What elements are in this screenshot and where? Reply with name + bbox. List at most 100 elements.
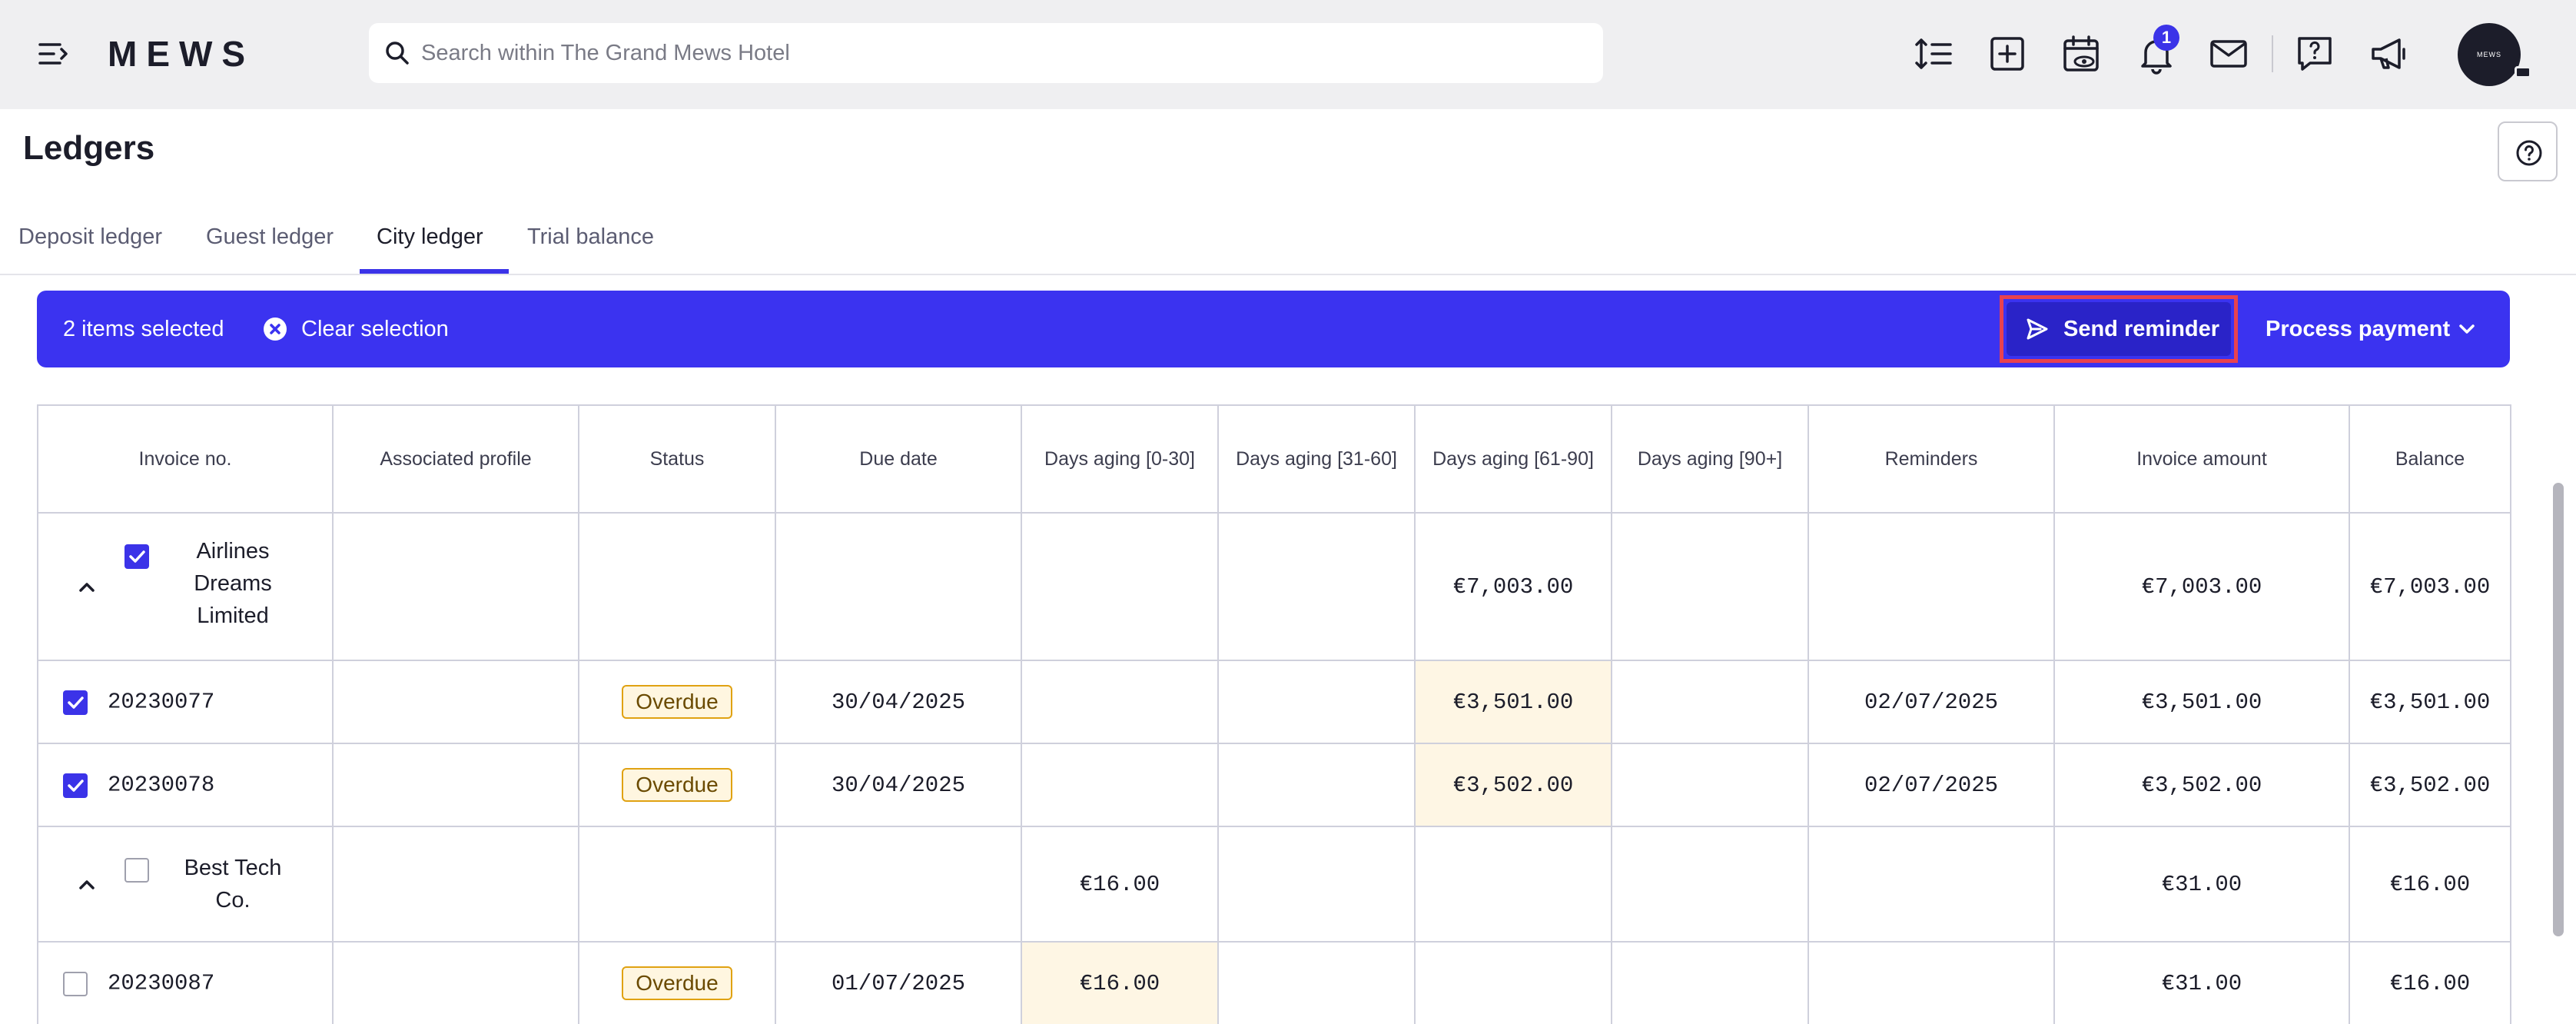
send-icon bbox=[2027, 318, 2048, 340]
invoice-amount-cell: €3,501.00 bbox=[2053, 660, 2350, 744]
table-header-row: Invoice no. Associated profile Status Du… bbox=[37, 404, 2511, 514]
active-tab-indicator bbox=[360, 269, 509, 274]
calendar-view-icon[interactable] bbox=[2060, 32, 2103, 75]
clear-circle-icon bbox=[264, 318, 287, 341]
invoice-amount-cell: €3,502.00 bbox=[2053, 743, 2350, 827]
checkmark-icon bbox=[68, 697, 84, 709]
aging-90-plus-cell bbox=[1611, 941, 1809, 1024]
notification-badge: 1 bbox=[2153, 25, 2179, 51]
aging-31-60-cell bbox=[1217, 826, 1416, 943]
invoice-amount-cell: €7,003.00 bbox=[2053, 512, 2350, 661]
column-header-balance[interactable]: Balance bbox=[2349, 404, 2511, 514]
chevron-up-icon[interactable] bbox=[75, 873, 98, 896]
row-checkbox[interactable] bbox=[63, 690, 88, 715]
page-scrollbar[interactable] bbox=[2553, 483, 2564, 936]
avatar-status-indicator bbox=[2515, 66, 2531, 78]
column-header-status[interactable]: Status bbox=[578, 404, 776, 514]
group-checkbox[interactable] bbox=[124, 858, 149, 883]
aging-61-90-cell bbox=[1414, 826, 1612, 943]
page-title: Ledgers bbox=[23, 129, 155, 167]
line-height-icon[interactable] bbox=[1912, 32, 1955, 75]
help-button[interactable] bbox=[2498, 121, 2558, 181]
group-name: Airlines Dreams Limited bbox=[194, 539, 272, 628]
top-bar: MEWS 1 MEWS bbox=[0, 0, 2576, 109]
column-header-aging-0-30[interactable]: Days aging [0-30] bbox=[1021, 404, 1219, 514]
balance-cell: €7,003.00 bbox=[2349, 512, 2511, 661]
group-name: Best Tech Co. bbox=[184, 856, 282, 913]
clear-selection-button[interactable]: Clear selection bbox=[263, 314, 449, 344]
user-avatar[interactable]: MEWS bbox=[2458, 23, 2521, 86]
group-checkbox[interactable] bbox=[124, 544, 149, 569]
mail-icon[interactable] bbox=[2207, 32, 2250, 75]
status-badge: Overdue bbox=[622, 768, 732, 802]
selection-action-bar: 2 items selected Clear selection Send re… bbox=[37, 291, 2510, 367]
invoice-number[interactable]: 20230077 bbox=[108, 690, 214, 715]
due-date-cell: 30/04/2025 bbox=[775, 660, 1022, 744]
aging-90-plus-cell bbox=[1611, 660, 1809, 744]
aging-90-plus-cell bbox=[1611, 826, 1809, 943]
column-header-associated-profile[interactable]: Associated profile bbox=[332, 404, 579, 514]
invoice-amount-cell: €31.00 bbox=[2053, 941, 2350, 1024]
row-checkbox[interactable] bbox=[63, 773, 88, 798]
due-date-cell bbox=[775, 826, 1022, 943]
tab-deposit-ledger[interactable]: Deposit ledger bbox=[18, 224, 162, 250]
invoice-number[interactable]: 20230078 bbox=[108, 773, 214, 798]
column-header-aging-90-plus[interactable]: Days aging [90+] bbox=[1611, 404, 1809, 514]
reminders-cell bbox=[1808, 512, 2055, 661]
megaphone-icon[interactable] bbox=[2367, 32, 2410, 75]
aging-0-30-cell bbox=[1021, 512, 1219, 661]
search-bar[interactable] bbox=[369, 23, 1603, 83]
associated-profile-cell bbox=[332, 941, 579, 1024]
status-badge: Overdue bbox=[622, 685, 732, 719]
tab-trial-balance[interactable]: Trial balance bbox=[527, 224, 654, 250]
clear-selection-label: Clear selection bbox=[301, 316, 449, 341]
table-row[interactable]: 20230078 Overdue 30/04/2025 €3,502.00 02… bbox=[37, 743, 2511, 827]
city-ledger-table: Invoice no. Associated profile Status Du… bbox=[37, 404, 2511, 1024]
search-input[interactable] bbox=[421, 23, 1574, 83]
status-cell: Overdue bbox=[578, 743, 776, 827]
tab-guest-ledger[interactable]: Guest ledger bbox=[206, 224, 334, 250]
column-header-aging-61-90[interactable]: Days aging [61-90] bbox=[1414, 404, 1612, 514]
process-payment-button[interactable]: Process payment bbox=[2266, 317, 2450, 342]
table-row[interactable]: 20230087 Overdue 01/07/2025 €16.00 €31.0… bbox=[37, 941, 2511, 1024]
checkmark-icon bbox=[68, 780, 84, 792]
column-header-invoice-no[interactable]: Invoice no. bbox=[37, 404, 334, 514]
aging-0-30-cell: €16.00 bbox=[1021, 941, 1219, 1024]
group-name-cell: Airlines Dreams Limited bbox=[37, 512, 334, 661]
chevron-up-icon[interactable] bbox=[75, 576, 98, 599]
aging-90-plus-cell bbox=[1611, 743, 1809, 827]
associated-profile-cell bbox=[332, 826, 579, 943]
column-header-reminders[interactable]: Reminders bbox=[1808, 404, 2055, 514]
table-row[interactable]: 20230077 Overdue 30/04/2025 €3,501.00 02… bbox=[37, 660, 2511, 744]
send-reminder-button[interactable]: Send reminder bbox=[2007, 302, 2231, 356]
send-reminder-highlight[interactable]: Send reminder bbox=[2000, 295, 2238, 363]
checkmark-icon bbox=[129, 550, 145, 563]
aging-31-60-cell bbox=[1217, 743, 1416, 827]
status-badge: Overdue bbox=[622, 966, 732, 1000]
balance-cell: €16.00 bbox=[2349, 826, 2511, 943]
add-icon[interactable] bbox=[1986, 32, 2029, 75]
aging-61-90-cell bbox=[1414, 941, 1612, 1024]
help-chat-icon[interactable] bbox=[2293, 32, 2336, 75]
invoice-no-cell: 20230087 bbox=[37, 941, 334, 1024]
due-date-cell: 01/07/2025 bbox=[775, 941, 1022, 1024]
mews-logo[interactable]: MEWS bbox=[108, 31, 254, 77]
table-group-row: Best Tech Co. €16.00 €31.00 €16.00 bbox=[37, 826, 2511, 943]
invoice-no-cell: 20230078 bbox=[37, 743, 334, 827]
due-date-cell: 30/04/2025 bbox=[775, 743, 1022, 827]
menu-collapse-icon[interactable] bbox=[37, 38, 71, 69]
balance-cell: €16.00 bbox=[2349, 941, 2511, 1024]
invoice-number[interactable]: 20230087 bbox=[108, 971, 214, 996]
tab-city-ledger[interactable]: City ledger bbox=[377, 224, 483, 250]
row-checkbox[interactable] bbox=[63, 972, 88, 996]
aging-31-60-cell bbox=[1217, 512, 1416, 661]
column-header-due-date[interactable]: Due date bbox=[775, 404, 1022, 514]
balance-cell: €3,502.00 bbox=[2349, 743, 2511, 827]
associated-profile-cell bbox=[332, 660, 579, 744]
status-cell: Overdue bbox=[578, 660, 776, 744]
column-header-aging-31-60[interactable]: Days aging [31-60] bbox=[1217, 404, 1416, 514]
column-header-invoice-amount[interactable]: Invoice amount bbox=[2053, 404, 2350, 514]
chevron-down-icon[interactable] bbox=[2455, 317, 2479, 341]
status-cell bbox=[578, 512, 776, 661]
search-icon bbox=[386, 42, 409, 65]
